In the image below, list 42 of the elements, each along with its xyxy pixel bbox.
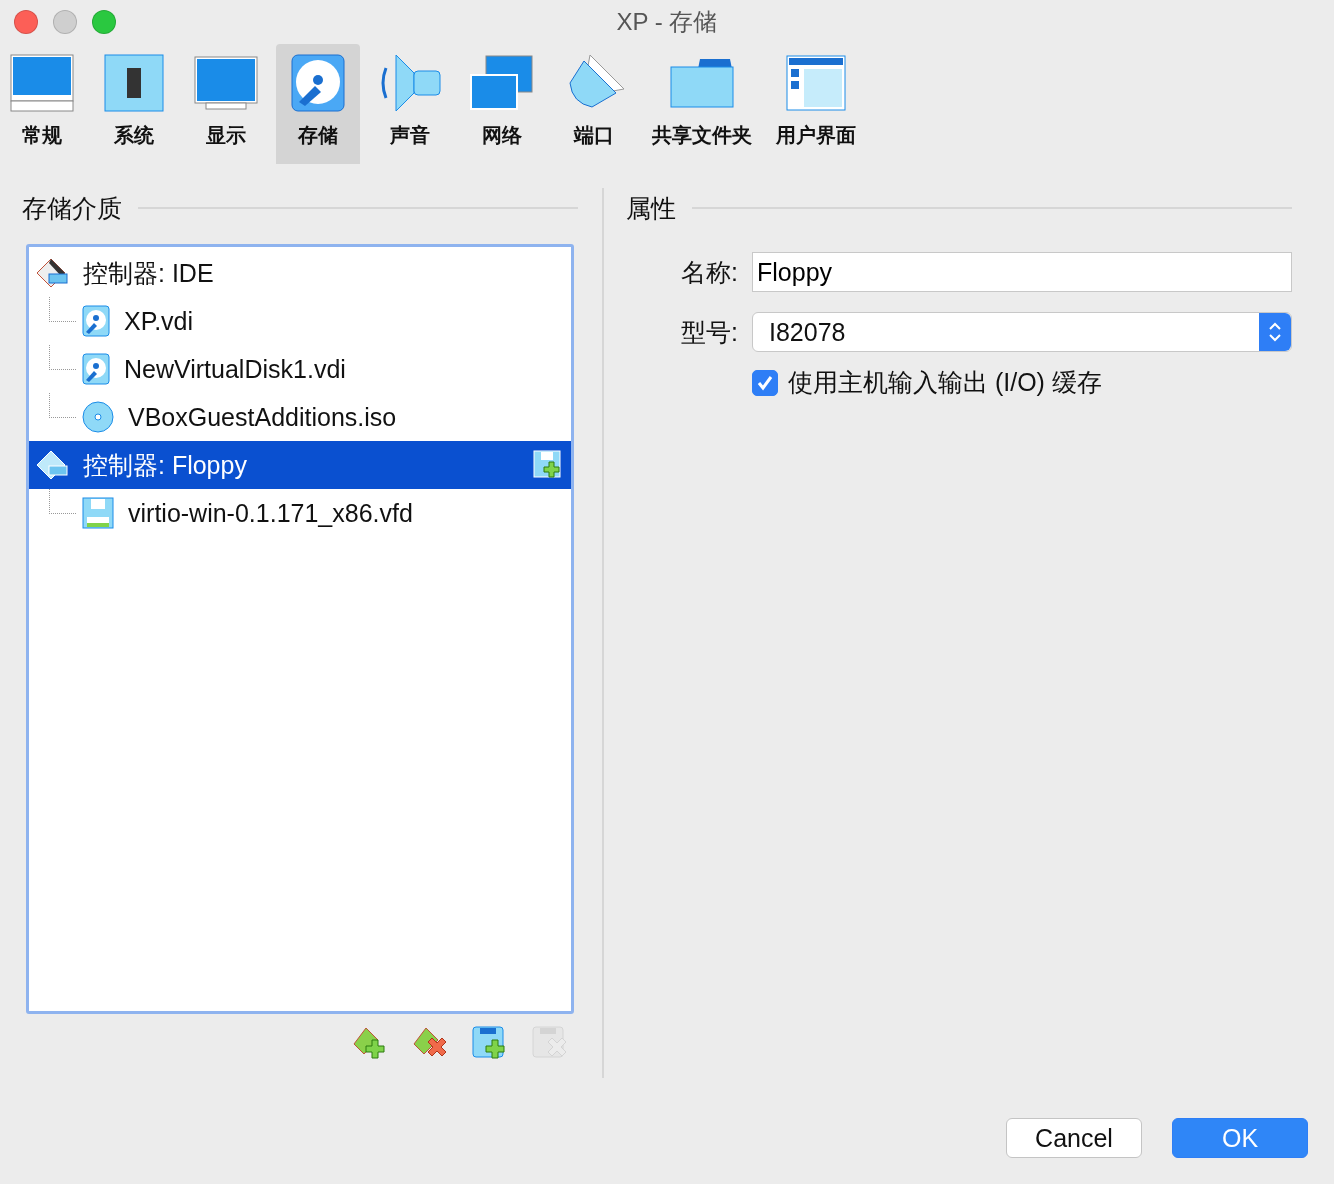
cancel-button[interactable]: Cancel [1006,1118,1142,1158]
monitor-icon [194,56,258,110]
tree-item[interactable]: virtio-win-0.1.171_x86.vfd [29,489,571,537]
checkbox-label: 使用主机输入输出 (I/O) 缓存 [788,367,1102,398]
type-label: 型号: [680,316,738,348]
controller-icon [35,450,69,480]
settings-tab[interactable]: 用户界面 [768,44,864,164]
settings-tab[interactable]: 存储 [276,44,360,164]
folder-icon [670,57,734,109]
settings-tab[interactable]: 网络 [460,44,544,164]
section-heading: 属性 [626,192,676,224]
chip-icon [104,54,164,112]
tree-item[interactable]: NewVirtualDisk1.vdi [29,345,571,393]
name-label: 名称: [680,256,738,288]
name-field[interactable]: Floppy [752,252,1292,292]
tree-item[interactable]: 控制器: IDE [29,249,571,297]
ok-button[interactable]: OK [1172,1118,1308,1158]
settings-tab[interactable]: 端口 [552,44,636,164]
add-disk-button[interactable] [472,1026,506,1060]
tree-item[interactable]: 控制器: Floppy [29,441,571,489]
stepper-icon [1268,320,1282,344]
controller-icon [35,258,69,288]
type-select[interactable]: I82078 [752,312,1292,352]
settings-tab[interactable]: 常规 [0,44,84,164]
settings-tab[interactable]: 显示 [184,44,268,164]
checkmark-icon [756,373,774,392]
close-button[interactable] [14,10,38,34]
monitor-icon [10,54,74,112]
add-controller-button[interactable] [352,1026,386,1060]
window-title: XP - 存储 [616,7,718,37]
tree-item[interactable]: VBoxGuestAdditions.iso [29,393,571,441]
checkbox[interactable] [752,369,778,396]
zoom-button[interactable] [92,10,116,34]
disc-icon [82,401,114,433]
settings-tab[interactable]: 共享文件夹 [644,44,760,164]
add-floppy-icon[interactable] [533,450,563,480]
settings-tab[interactable]: 系统 [92,44,176,164]
section-heading: 存储介质 [22,192,122,224]
tree-item[interactable]: XP.vdi [29,297,571,345]
network-icon [470,55,534,111]
window-layout-icon [786,55,846,111]
settings-tab[interactable]: 声音 [368,44,452,164]
